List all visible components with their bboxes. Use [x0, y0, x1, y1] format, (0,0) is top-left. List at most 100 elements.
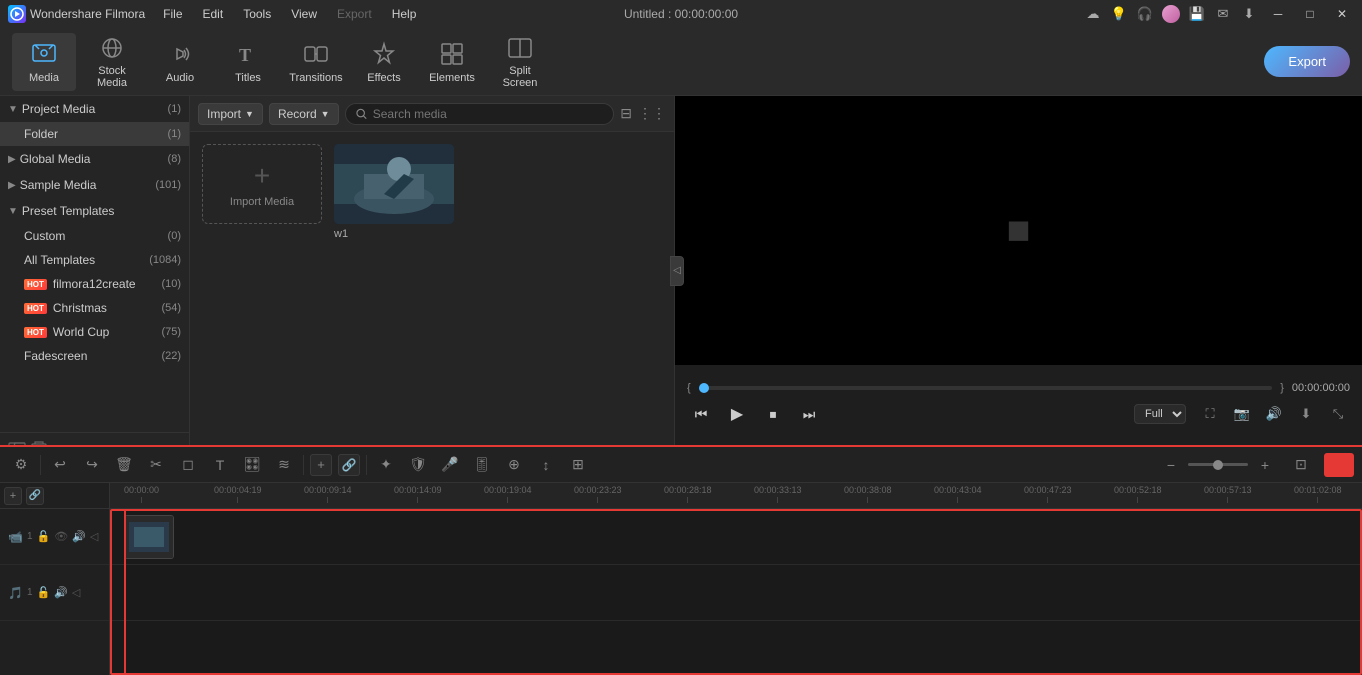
save-icon[interactable]: 💾 — [1188, 5, 1206, 23]
grid-icon[interactable]: ⋮⋮ — [638, 105, 666, 122]
pip-icon[interactable]: ⊞ — [565, 452, 591, 478]
camera-icon[interactable]: 📷 — [1230, 402, 1254, 426]
maximize-button[interactable]: □ — [1298, 5, 1322, 23]
close-button[interactable]: ✕ — [1330, 5, 1354, 23]
global-media-chevron: ▶ — [8, 154, 16, 165]
mail-icon[interactable]: ✉ — [1214, 5, 1232, 23]
undo-button[interactable]: ↩ — [47, 452, 73, 478]
menu-export[interactable]: Export — [333, 5, 376, 23]
audio-volume-icon[interactable]: 🔊 — [54, 586, 68, 599]
speed-button[interactable]: ≋ — [271, 452, 297, 478]
sidebar-item-christmas[interactable]: HOT Christmas (54) — [0, 296, 189, 320]
ai-enhance-icon[interactable]: ✦ — [373, 452, 399, 478]
video-clip[interactable] — [124, 515, 174, 559]
sidebar-item-fadescreen[interactable]: Fadescreen (22) — [0, 344, 189, 368]
import-button[interactable]: Import ▼ — [198, 103, 263, 125]
sidebar-item-filmora12create[interactable]: HOT filmora12create (10) — [0, 272, 189, 296]
shield-icon[interactable]: 🛡 — [405, 452, 431, 478]
preview-panel: ■ { } 00:00:00:00 ⏮ ▶ ⏹ ⏭ Full 1/2 — [675, 96, 1362, 445]
sidebar-section-sample-media[interactable]: ▶ Sample Media (101) — [0, 172, 189, 198]
toolbar-audio[interactable]: Audio — [148, 33, 212, 91]
redo-button[interactable]: ↪ — [79, 452, 105, 478]
audio-arrow-icon[interactable]: ◁ — [72, 586, 80, 599]
timeline-playhead[interactable] — [124, 509, 126, 675]
minimize-button[interactable]: ─ — [1266, 5, 1290, 23]
play-button[interactable]: ▶ — [723, 400, 751, 428]
audio-mix-icon[interactable]: 🎚 — [469, 452, 495, 478]
ruler-tick-3 — [417, 497, 418, 503]
toolbar-effects[interactable]: Effects — [352, 33, 416, 91]
volume-icon[interactable]: 🔊 — [1262, 402, 1286, 426]
cloud-icon[interactable]: ☁ — [1084, 5, 1102, 23]
delete-button[interactable]: 🗑 — [111, 452, 137, 478]
bulb-icon[interactable]: 💡 — [1110, 5, 1128, 23]
progress-bar-wrap: { } 00:00:00:00 — [687, 382, 1350, 394]
record-button[interactable]: Record ▼ — [269, 103, 339, 125]
collapse-panel-button[interactable]: ◁ — [670, 256, 684, 286]
track-volume-icon[interactable]: 🔊 — [72, 530, 86, 543]
sidebar-item-all-templates[interactable]: All Templates (1084) — [0, 248, 189, 272]
export-button[interactable]: Export — [1264, 46, 1350, 77]
toolbar-titles[interactable]: T Titles — [216, 33, 280, 91]
stop-button[interactable]: ⏹ — [759, 400, 787, 428]
fullscreen-icon[interactable]: ⛶ — [1198, 402, 1222, 426]
mic-icon[interactable]: 🎤 — [437, 452, 463, 478]
menu-file[interactable]: File — [159, 5, 186, 23]
audio-lock-icon[interactable]: 🔓 — [37, 586, 51, 599]
sidebar-section-global-media[interactable]: ▶ Global Media (8) — [0, 146, 189, 172]
recording-indicator[interactable] — [1324, 453, 1354, 477]
download-icon[interactable]: ⬇ — [1240, 5, 1258, 23]
sidebar-folder-label: Folder — [24, 127, 164, 141]
sidebar-item-world-cup[interactable]: HOT World Cup (75) — [0, 320, 189, 344]
effects-panel-icon[interactable]: ⊕ — [501, 452, 527, 478]
skip-back-button[interactable]: ⏮ — [687, 400, 715, 428]
menu-view[interactable]: View — [287, 5, 321, 23]
user-avatar[interactable] — [1162, 5, 1180, 23]
cut-button[interactable]: ✂ — [143, 452, 169, 478]
search-input[interactable] — [373, 107, 604, 121]
menu-help[interactable]: Help — [388, 5, 421, 23]
ruler-time-1: 00:00:04:19 — [214, 485, 262, 495]
link-button[interactable]: 🔗 — [338, 454, 360, 476]
toolbar-splitscreen[interactable]: Split Screen — [488, 33, 552, 91]
skip-forward-button[interactable]: ⏭ — [795, 400, 823, 428]
track-visibility-icon[interactable]: 👁 — [54, 530, 68, 543]
search-wrap — [345, 103, 615, 125]
zoom-out-button[interactable]: − — [1158, 452, 1184, 478]
text-button[interactable]: T — [207, 452, 233, 478]
sidebar-section-project-media[interactable]: ▼ Project Media (1) — [0, 96, 189, 122]
motion-icon[interactable]: ↕ — [533, 452, 559, 478]
sidebar-item-custom[interactable]: Custom (0) — [0, 224, 189, 248]
progress-handle[interactable] — [699, 383, 709, 393]
track-lock-icon[interactable]: 🔓 — [37, 530, 51, 543]
track-link-button[interactable]: 🔗 — [26, 487, 44, 505]
sidebar-item-folder[interactable]: Folder (1) — [0, 122, 189, 146]
progress-bar[interactable] — [699, 386, 1273, 390]
resize-icon[interactable]: ⤡ — [1326, 402, 1350, 426]
toolbar-media[interactable]: Media — [12, 33, 76, 91]
toolbar-elements-label: Elements — [429, 72, 475, 84]
track-arrow-icon[interactable]: ◁ — [90, 530, 98, 543]
quality-select[interactable]: Full 1/2 1/4 — [1134, 404, 1186, 424]
fit-timeline-button[interactable]: ⊡ — [1288, 452, 1314, 478]
import-placeholder[interactable]: + Import Media — [202, 144, 322, 224]
add-track-button[interactable]: + — [4, 487, 22, 505]
zoom-slider[interactable] — [1188, 463, 1248, 466]
toolbar-transitions[interactable]: Transitions — [284, 33, 348, 91]
filter-icon[interactable]: ⊟ — [620, 105, 632, 122]
audio-edit-button[interactable]: 🎛 — [239, 452, 265, 478]
toolbar-stock[interactable]: Stock Media — [80, 33, 144, 91]
menu-tools[interactable]: Tools — [239, 5, 275, 23]
menu-edit[interactable]: Edit — [199, 5, 228, 23]
ruler-mark-3: 00:00:14:09 — [394, 483, 442, 503]
sidebar-section-preset-templates[interactable]: ▼ Preset Templates — [0, 198, 189, 224]
zoom-in-button[interactable]: + — [1252, 452, 1278, 478]
media-thumbnail-w1[interactable]: w1 — [334, 144, 454, 240]
title-bar: Wondershare Filmora File Edit Tools View… — [0, 0, 1362, 28]
crop-button[interactable]: ◻ — [175, 452, 201, 478]
add-media-button[interactable]: + — [310, 454, 332, 476]
toolbar-elements[interactable]: Elements — [420, 33, 484, 91]
headset-icon[interactable]: 🎧 — [1136, 5, 1154, 23]
tools-panel-icon[interactable]: ⚙ — [8, 452, 34, 478]
download-preview-icon[interactable]: ⬇ — [1294, 402, 1318, 426]
